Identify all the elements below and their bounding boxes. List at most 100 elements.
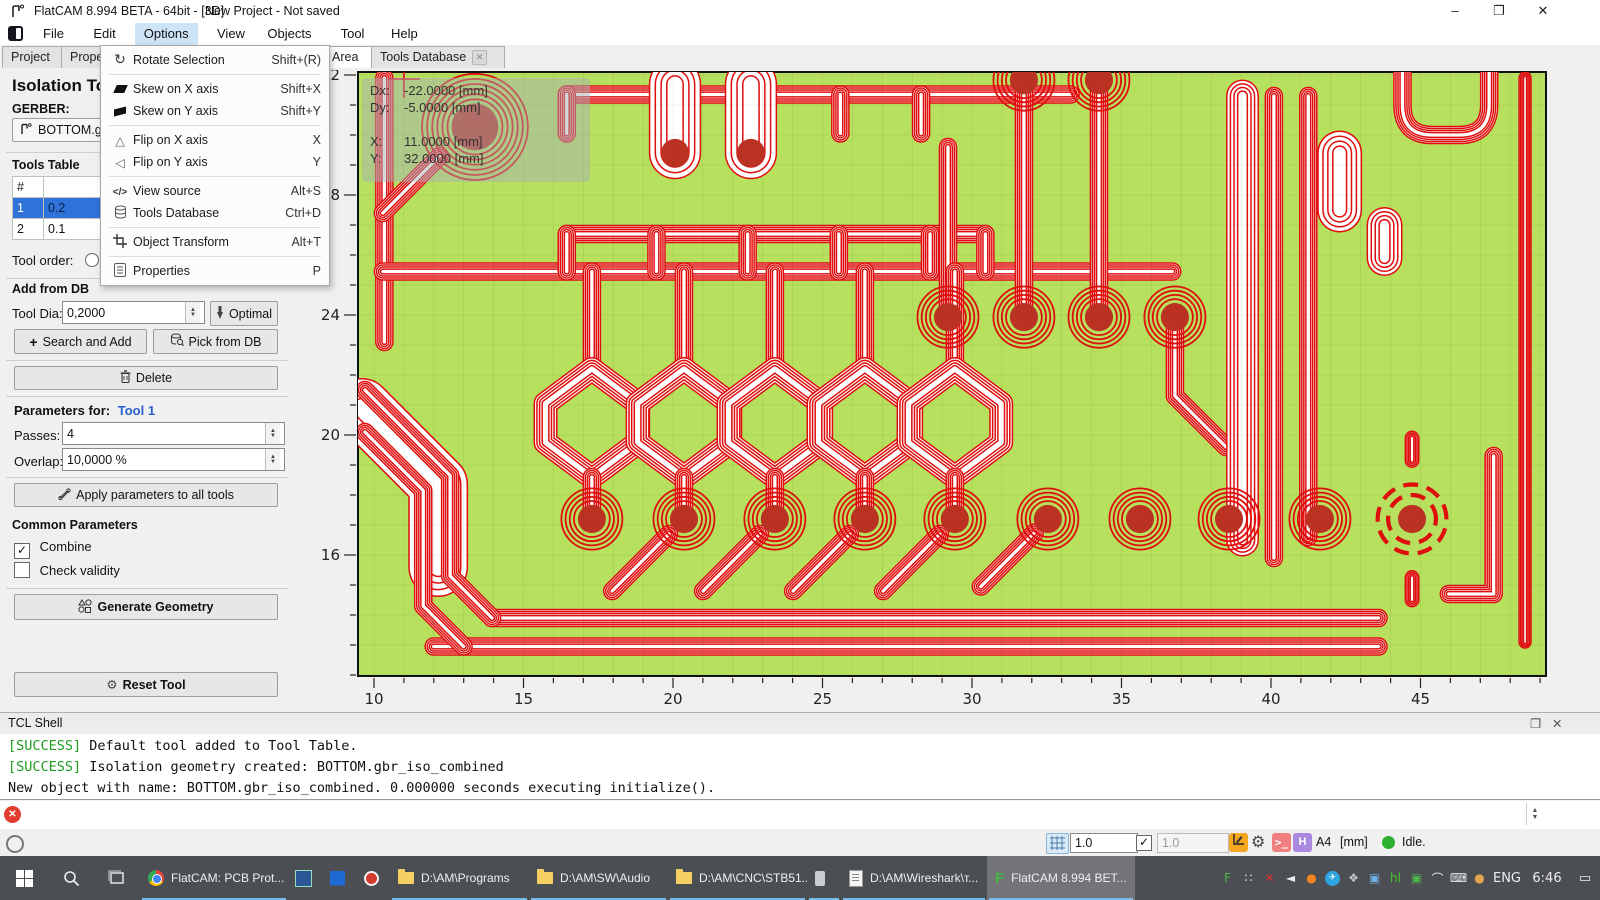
share-icon[interactable]: ❖ — [1343, 871, 1364, 885]
grid-x-input[interactable]: 1.0 — [1070, 833, 1138, 853]
menu-item-tools-database[interactable]: Tools DatabaseCtrl+D — [101, 202, 329, 224]
tool-order-radio[interactable] — [85, 253, 99, 267]
grid-link-checkbox[interactable]: ✓ — [1136, 835, 1152, 851]
taskbar-button-label: D:\AM\Wireshark\т... — [870, 871, 978, 885]
apply-parameters-button[interactable]: Apply parameters to all tools — [14, 483, 278, 507]
preferences-gear-icon[interactable]: ⚙ — [1251, 832, 1265, 851]
svg-text:25: 25 — [813, 690, 832, 708]
menu-objects[interactable]: Objects — [258, 23, 320, 45]
menu-help[interactable]: Help — [382, 23, 427, 45]
close-button[interactable]: ✕ — [1521, 0, 1565, 23]
color-ball-icon[interactable]: ● — [1469, 871, 1490, 885]
shell-close-icon[interactable]: ✕ — [1552, 716, 1562, 731]
tab-tools-database[interactable]: Tools Database✕ — [371, 46, 505, 68]
passes-spinner[interactable]: ▲▼ — [265, 423, 280, 444]
language-indicator[interactable]: ENG — [1490, 871, 1524, 886]
taskbar-d-am-sw-audio[interactable]: D:\AM\SW\Audio — [529, 856, 668, 900]
wifi-icon[interactable]: ⌒ — [1427, 870, 1448, 887]
menu-item-label: Object Transform — [133, 235, 291, 249]
tcl-shell-header[interactable]: TCL Shell ❐ ✕ — [0, 712, 1600, 735]
hud-value: -5.0000 [mm] — [404, 99, 481, 116]
menu-item-properties[interactable]: PropertiesP — [101, 260, 329, 282]
taskbar-bluedoc-icon[interactable] — [288, 856, 322, 900]
hl-icon[interactable]: hl — [1385, 871, 1406, 885]
menu-view[interactable]: View — [208, 23, 254, 45]
minimize-button[interactable]: – — [1433, 0, 1477, 23]
search-button[interactable] — [48, 856, 94, 900]
search-and-add-button[interactable]: + Search and Add — [14, 329, 147, 354]
clock[interactable]: 6:46 — [1524, 871, 1570, 886]
shell-float-icon[interactable]: ❐ — [1530, 716, 1541, 731]
shell-history-spinner[interactable]: ▲▼ — [1526, 803, 1543, 825]
menu-file[interactable]: File — [34, 23, 73, 45]
axis-toggle-icon[interactable] — [1229, 833, 1248, 852]
red-x-icon[interactable]: ✕ — [1259, 871, 1280, 885]
notepad-icon — [849, 870, 863, 887]
taskbar-reddot-icon[interactable] — [356, 856, 390, 900]
shell-command-input[interactable] — [28, 803, 1512, 827]
shell-clear-icon[interactable]: ✕ — [4, 806, 21, 823]
overlap-spinner[interactable]: ▲▼ — [265, 449, 280, 470]
taskbar-photos-icon[interactable] — [322, 856, 356, 900]
app-menu-icon[interactable] — [8, 26, 23, 41]
passes-input[interactable]: 4 ▲▼ — [62, 422, 285, 445]
pick-from-db-button[interactable]: Pick from DB — [153, 329, 278, 354]
menu-item-label: Rotate Selection — [133, 53, 271, 67]
reset-tool-button[interactable]: ⚙ Reset Tool — [14, 672, 278, 697]
plot-canvas-area[interactable]: 16202428321015202530354045 Dx:-22.0000 [… — [296, 68, 1600, 712]
taskbar-d-am-wireshark-[interactable]: D:\AM\Wireshark\т... — [841, 856, 987, 900]
svg-text:30: 30 — [962, 690, 981, 708]
properties-icon — [107, 263, 133, 280]
menu-item-skew-on-y-axis[interactable]: Skew on Y axisShift+Y — [101, 100, 329, 122]
keyboard-icon[interactable]: ⌨ — [1448, 871, 1469, 885]
tcl-shell-input-row[interactable]: ✕ ▲▼ — [0, 801, 1600, 830]
menu-item-object-transform[interactable]: Object TransformAlt+T — [101, 231, 329, 253]
generate-geometry-button[interactable]: Generate Geometry — [14, 594, 278, 620]
taskbar-button-label: D:\AM\SW\Audio — [560, 871, 650, 885]
menu-options[interactable]: Options — [135, 23, 198, 45]
combine-row[interactable]: ✓ Combine — [14, 539, 92, 559]
grid-snap-icon[interactable] — [1046, 833, 1069, 854]
flatcam-tray-icon[interactable]: F — [1217, 871, 1238, 885]
overlap-input[interactable]: 10,0000 % ▲▼ — [62, 448, 285, 471]
check-validity-row[interactable]: Check validity — [14, 562, 120, 578]
telegram-icon[interactable]: ✈ — [1325, 871, 1340, 886]
gear-icon: ⚙ — [106, 677, 117, 692]
hud-row: Dx:-22.0000 [mm] — [370, 82, 582, 99]
taskbar-flatcam-8-994-bet-[interactable]: FFlatCAM 8.994 BET... — [987, 856, 1135, 900]
db-search-icon — [170, 333, 184, 350]
hud-toggle-icon[interactable]: H — [1293, 833, 1312, 852]
taskbar-d-am-cnc-stb51-[interactable]: D:\AM\CNC\STB51... — [668, 856, 807, 900]
speaker-icon[interactable]: ◄ — [1280, 871, 1301, 885]
delete-button[interactable]: Delete — [14, 366, 278, 390]
menu-item-skew-on-x-axis[interactable]: Skew on X axisShift+X — [101, 78, 329, 100]
monitor-icon[interactable]: ▣ — [1364, 871, 1385, 885]
menu-tool[interactable]: Tool — [332, 23, 374, 45]
restore-button[interactable]: ❐ — [1477, 0, 1521, 23]
shell-toggle-icon[interactable]: >_ — [1272, 833, 1291, 852]
tool-dia-input[interactable]: 0,2000 ▲▼ — [62, 301, 205, 324]
grid-y-input[interactable]: 1.0 — [1157, 833, 1229, 853]
taskbar-d-am-programs[interactable]: D:\AM\Programs — [390, 856, 529, 900]
menu-item-rotate-selection[interactable]: ↻Rotate SelectionShift+(R) — [101, 49, 329, 71]
menu-item-flip-on-x-axis[interactable]: △Flip on X axisX — [101, 129, 329, 151]
menu-item-flip-on-y-axis[interactable]: ◁Flip on Y axisY — [101, 151, 329, 173]
tab-close-icon[interactable]: ✕ — [472, 50, 487, 65]
orange-dot-icon[interactable]: ● — [1301, 871, 1322, 885]
notification-center-icon[interactable]: ▭ — [1570, 871, 1600, 886]
dots-icon[interactable]: ∷ — [1238, 871, 1259, 885]
taskbar-device-icon[interactable] — [807, 856, 841, 900]
menu-item-view-source[interactable]: </>View sourceAlt+S — [101, 180, 329, 202]
menu-edit[interactable]: Edit — [84, 23, 124, 45]
taskbar-flatcam-pcb-prot-[interactable]: FlatCAM: PCB Prot... — [140, 856, 288, 900]
tool-dia-spinner[interactable]: ▲▼ — [185, 302, 200, 323]
task-view-button[interactable] — [94, 856, 140, 900]
combine-checkbox[interactable]: ✓ — [14, 543, 30, 559]
menu-item-label: View source — [133, 184, 291, 198]
svg-text:35: 35 — [1112, 690, 1131, 708]
check-validity-checkbox[interactable] — [14, 562, 30, 578]
start-button[interactable] — [0, 856, 48, 900]
green-app-icon[interactable]: ▣ — [1406, 871, 1427, 885]
tcl-shell-output[interactable]: [SUCCESS] Default tool added to Tool Tab… — [0, 734, 1600, 800]
optimal-button[interactable]: Optimal — [210, 301, 278, 326]
